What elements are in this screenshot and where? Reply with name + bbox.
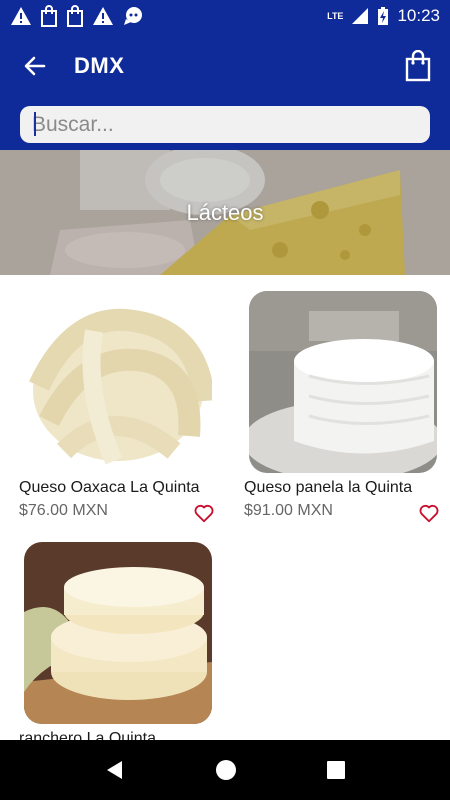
battery-charging-icon bbox=[378, 7, 389, 25]
product-image[interactable] bbox=[24, 542, 212, 724]
queso-oaxaca-image bbox=[24, 291, 212, 473]
status-bar: LTE 10:23 bbox=[0, 0, 450, 32]
queso-ranchero-image bbox=[24, 542, 212, 724]
product-name: Queso panela la Quinta bbox=[244, 479, 413, 496]
cart-button[interactable] bbox=[386, 32, 450, 100]
home-circle-icon[interactable] bbox=[215, 759, 237, 781]
shopping-bag-icon bbox=[41, 5, 57, 27]
search-bar bbox=[0, 100, 450, 150]
heart-outline-icon[interactable] bbox=[193, 502, 215, 524]
chat-icon bbox=[124, 7, 142, 25]
text-cursor bbox=[34, 112, 36, 136]
arrow-left-icon bbox=[24, 56, 46, 76]
product-card[interactable]: Queso panela la Quinta $91.00 MXN bbox=[244, 291, 444, 523]
shopping-bag-icon bbox=[67, 5, 83, 27]
queso-panela-image bbox=[249, 291, 437, 473]
back-triangle-icon[interactable] bbox=[104, 759, 126, 781]
heart-outline-icon[interactable] bbox=[418, 502, 440, 524]
warning-icon bbox=[93, 7, 113, 25]
product-card[interactable]: Queso Oaxaca La Quinta $76.00 MXN bbox=[19, 291, 219, 523]
category-title: Lácteos bbox=[186, 199, 264, 225]
product-name: Queso Oaxaca La Quinta bbox=[19, 479, 200, 496]
system-icons: LTE 10:23 bbox=[327, 6, 440, 26]
network-type: LTE bbox=[327, 11, 344, 21]
search-input[interactable] bbox=[20, 106, 430, 143]
app-bar: DMX bbox=[0, 32, 450, 100]
product-price: $76.00 MXN bbox=[19, 502, 108, 519]
page-title: DMX bbox=[74, 53, 125, 78]
product-card[interactable]: ranchero La Quinta bbox=[19, 542, 219, 748]
back-button[interactable] bbox=[0, 32, 70, 100]
system-navigation-bar bbox=[0, 740, 450, 800]
signal-icon bbox=[352, 8, 369, 24]
product-image[interactable] bbox=[249, 291, 437, 473]
notification-icons bbox=[10, 5, 144, 27]
shopping-bag-icon bbox=[405, 50, 431, 82]
clock: 10:23 bbox=[397, 6, 440, 25]
category-banner: Lácteos bbox=[0, 150, 450, 275]
product-image[interactable] bbox=[24, 291, 212, 473]
warning-icon bbox=[11, 7, 31, 25]
recents-square-icon[interactable] bbox=[326, 760, 346, 780]
product-price: $91.00 MXN bbox=[244, 502, 333, 519]
